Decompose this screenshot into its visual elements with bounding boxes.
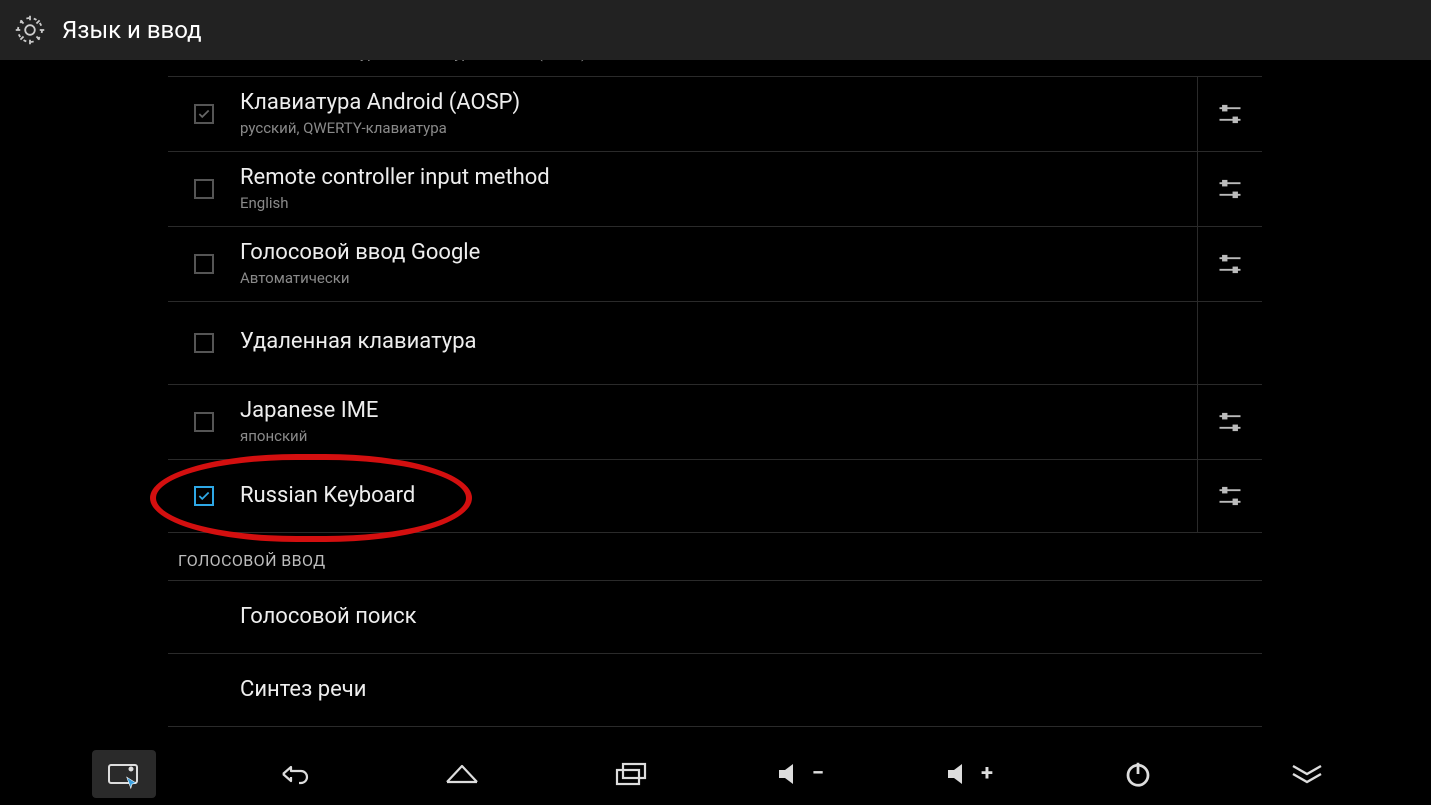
settings-sliders-button[interactable] — [1197, 460, 1262, 532]
section-header-voice: ГОЛОСОВОЙ ВВОД — [168, 533, 1262, 581]
nav-screenshot-button[interactable] — [92, 750, 156, 798]
voice-item-tts[interactable]: Синтез речи — [168, 654, 1262, 727]
gear-icon — [10, 10, 50, 50]
item-title: Russian Keyboard — [240, 482, 1197, 511]
voice-item-search[interactable]: Голосовой поиск — [168, 581, 1262, 654]
settings-sliders-button[interactable] — [1197, 385, 1262, 459]
keyboard-item-google-voice[interactable]: Голосовой ввод Google Автоматически — [168, 227, 1262, 302]
minus-icon: − — [812, 761, 824, 786]
nav-collapse-button[interactable] — [1275, 750, 1339, 798]
item-title: Голосовой ввод Google — [240, 239, 1197, 268]
page-title: Язык и ввод — [62, 16, 202, 44]
checkbox-icon[interactable] — [194, 104, 214, 124]
section-header-mouse: МЫШЬ И СЕНСОРНАЯ ПАНЕЛЬ — [168, 727, 1262, 742]
header-bar: Язык и ввод — [0, 0, 1431, 62]
settings-content: QWERTY-клавиатура - Клавиатура Android (… — [0, 60, 1431, 742]
item-title: Клавиатура Android (AOSP) — [240, 89, 1197, 118]
settings-sliders-button[interactable] — [1197, 152, 1262, 226]
keyboard-item-russian-keyboard[interactable]: Russian Keyboard — [168, 460, 1262, 533]
settings-sliders-button[interactable] — [1197, 227, 1262, 301]
item-title: Удаленная клавиатура — [240, 328, 1197, 357]
nav-power-button[interactable] — [1106, 750, 1170, 798]
checkbox-icon[interactable] — [194, 486, 214, 506]
checkbox-icon[interactable] — [194, 179, 214, 199]
plus-icon: + — [981, 761, 993, 786]
nav-volume-down-button[interactable]: − — [768, 750, 832, 798]
settings-sliders-placeholder — [1197, 302, 1262, 384]
checkbox-icon[interactable] — [194, 333, 214, 353]
item-subtitle: English — [240, 194, 1197, 214]
item-subtitle: русский, QWERTY-клавиатура — [240, 119, 1197, 139]
item-title: Remote controller input method — [240, 164, 1197, 193]
nav-back-button[interactable] — [261, 750, 325, 798]
nav-home-button[interactable] — [430, 750, 494, 798]
item-title: Голосовой поиск — [240, 603, 1262, 632]
system-navbar: − + — [0, 742, 1431, 805]
keyboard-item-android-aosp[interactable]: Клавиатура Android (AOSP) русский, QWERT… — [168, 77, 1262, 152]
keyboard-item-remote-controller[interactable]: Remote controller input method English — [168, 152, 1262, 227]
checkbox-icon[interactable] — [194, 412, 214, 432]
nav-volume-up-button[interactable]: + — [937, 750, 1001, 798]
settings-sliders-button[interactable] — [1197, 77, 1262, 151]
item-subtitle: Автоматически — [240, 269, 1197, 289]
checkbox-icon[interactable] — [194, 254, 214, 274]
item-subtitle: QWERTY-клавиатура - Клавиатура Android (… — [240, 60, 1262, 64]
item-subtitle: японский — [240, 427, 1197, 447]
item-title: Japanese IME — [240, 397, 1197, 426]
keyboard-item-remote-keyboard[interactable]: Удаленная клавиатура — [168, 302, 1262, 385]
keyboard-item-japanese-ime[interactable]: Japanese IME японский — [168, 385, 1262, 460]
nav-recents-button[interactable] — [599, 750, 663, 798]
item-title: Синтез речи — [240, 676, 1262, 705]
keyboard-item-default[interactable]: QWERTY-клавиатура - Клавиатура Android (… — [168, 60, 1262, 77]
